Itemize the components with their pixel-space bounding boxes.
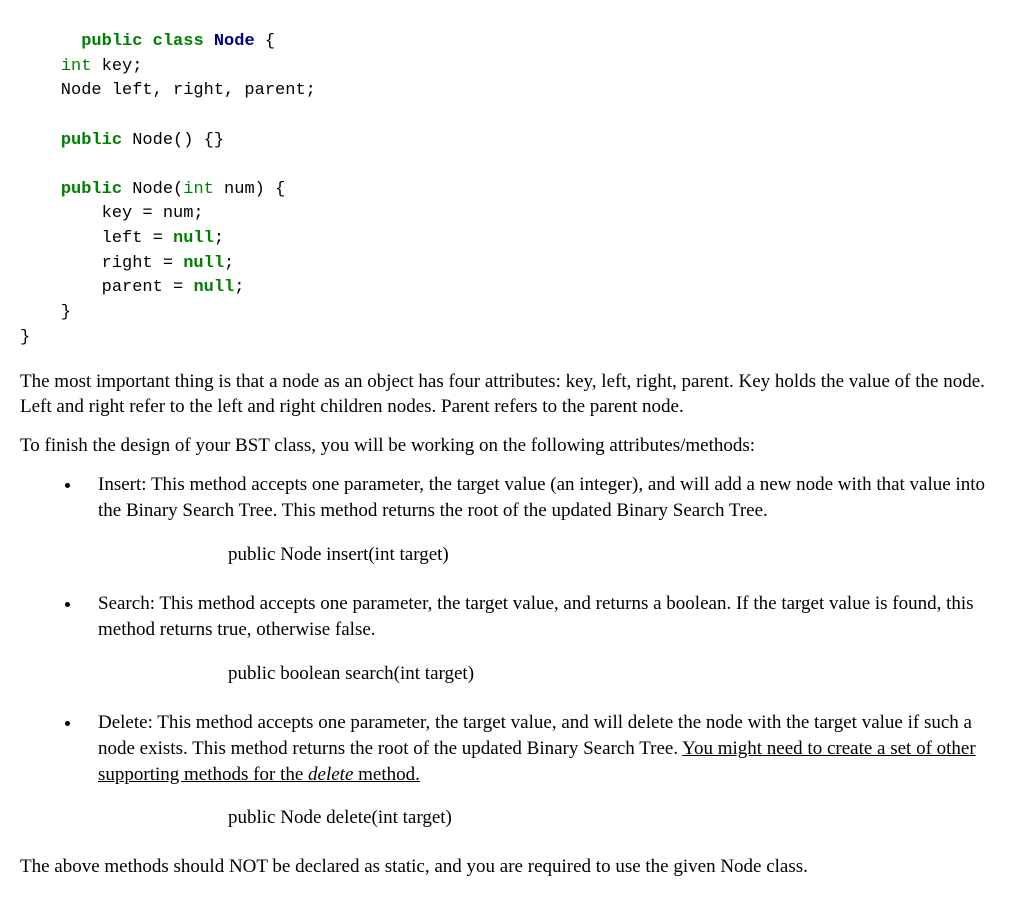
insert-description: Insert: This method accepts one paramete… [98, 474, 985, 521]
keyword-public: public [81, 32, 142, 51]
paragraph-static-note: The above methods should NOT be declared… [20, 855, 1004, 880]
method-item-delete: Delete: This method accepts one paramete… [82, 710, 1004, 831]
delete-signature: public Node delete(int target) [228, 805, 1004, 831]
insert-signature: public Node insert(int target) [228, 542, 1004, 568]
keyword-null: null [173, 229, 214, 248]
method-item-insert: Insert: This method accepts one paramete… [82, 472, 1004, 567]
search-signature: public boolean search(int target) [228, 661, 1004, 687]
code-block-node-class: public class Node { int key; Node left, … [20, 30, 1004, 350]
classname-node: Node [214, 32, 255, 51]
paragraph-node-attributes: The most important thing is that a node … [20, 370, 1004, 419]
type-int: int [61, 57, 92, 76]
paragraph-bst-intro: To finish the design of your BST class, … [20, 434, 1004, 459]
methods-list: Insert: This method accepts one paramete… [20, 472, 1004, 830]
method-item-search: Search: This method accepts one paramete… [82, 591, 1004, 686]
keyword-class: class [153, 32, 204, 51]
search-description: Search: This method accepts one paramete… [98, 593, 974, 640]
